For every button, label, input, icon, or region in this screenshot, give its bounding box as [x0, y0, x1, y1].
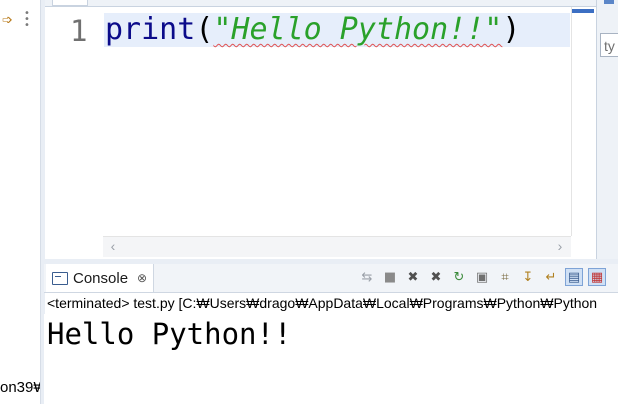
scroll-left-arrow-icon[interactable]: ‹: [106, 236, 120, 256]
scroll-lock-icon[interactable]: ↧: [519, 268, 537, 286]
code-keyword: print: [105, 12, 196, 47]
code-close-paren: ): [502, 12, 521, 47]
console-output-text: Hello Python!!: [47, 317, 292, 351]
vertical-scrollbar[interactable]: [571, 7, 596, 236]
remove-terminated-icon[interactable]: ✖: [404, 268, 422, 286]
close-icon[interactable]: ⊗: [137, 271, 147, 285]
display-selected-console-icon[interactable]: ▤: [565, 268, 583, 286]
console-toolbar: ⇆ ■ ✖ ✖ ↻ ▣ ⌗ ↧ ↵ ▤ ▦: [358, 266, 606, 288]
terminate-icon[interactable]: ■: [381, 268, 399, 286]
run-arrow-icon[interactable]: ➩: [2, 12, 13, 28]
horizontal-scrollbar[interactable]: [103, 236, 571, 257]
scroll-right-arrow-icon[interactable]: ›: [553, 236, 567, 256]
panel-toolbar-icon[interactable]: [604, 0, 614, 4]
open-console-icon[interactable]: ▣: [473, 268, 491, 286]
code-open-paren: (: [195, 12, 214, 47]
code-line[interactable]: print("Hello Python!!"): [105, 11, 520, 49]
word-wrap-icon[interactable]: ↵: [542, 268, 560, 286]
console-icon: [52, 271, 68, 285]
relaunch-icon[interactable]: ↻: [450, 268, 468, 286]
overview-ruler-marker[interactable]: [572, 9, 594, 13]
outline-filter-input[interactable]: ty: [600, 33, 618, 57]
line-number: 1: [70, 14, 88, 48]
editor-tab[interactable]: test: [52, 0, 88, 6]
clear-console-icon[interactable]: ⌗: [496, 268, 514, 286]
remove-launch-icon[interactable]: ⇆: [358, 268, 376, 286]
terminated-launch-label: <terminated> test.py [C:₩Users₩drago₩App…: [47, 295, 598, 311]
console-tab[interactable]: Console ⊗: [46, 264, 155, 292]
pin-console-icon[interactable]: ▦: [588, 268, 606, 286]
remove-all-terminated-icon[interactable]: ✖: [427, 268, 445, 286]
code-string: "Hello Python!!": [213, 12, 503, 47]
package-explorer-strip: [0, 0, 40, 404]
editor-tab-bar: [45, 0, 596, 7]
drag-handle-icon[interactable]: • • •: [24, 9, 30, 31]
console-tab-label: Console: [73, 269, 129, 287]
